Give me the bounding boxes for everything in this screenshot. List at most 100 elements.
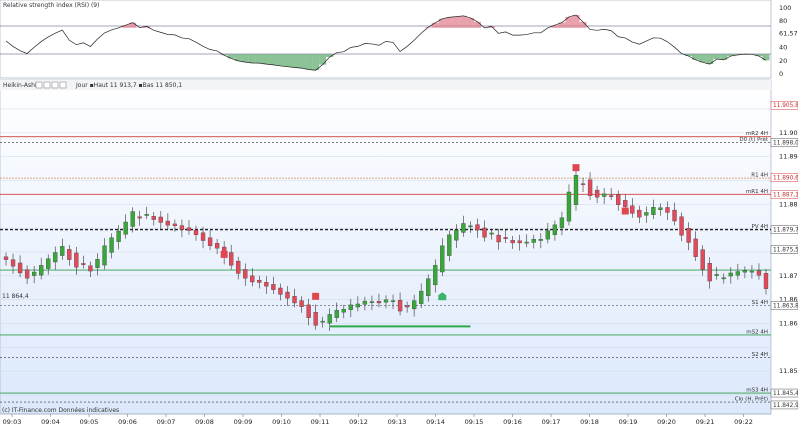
time-tick-label: 09:14 xyxy=(426,418,445,426)
candle-body xyxy=(74,252,79,268)
left-price-label: 11 864,4 xyxy=(2,293,29,300)
candle-body xyxy=(130,211,135,227)
candle-body xyxy=(383,299,389,303)
rsi-oversold-fill xyxy=(276,54,284,66)
level-label: PV 4H xyxy=(752,224,768,230)
price-level-value: 11.842,9 xyxy=(773,403,798,409)
candle-body xyxy=(665,207,670,213)
candle-body xyxy=(651,207,656,215)
candle-body xyxy=(510,240,515,244)
rsi-overbought-fill xyxy=(473,21,481,28)
candle-body xyxy=(489,232,494,235)
rsi-oversold-fill xyxy=(762,54,770,61)
rsi-tick-label: 61,577 xyxy=(779,29,798,37)
time-axis: 09:03 09:04 09:05 09:06 09:07 09:08 09:09 09:10… xyxy=(0,413,771,426)
candle-body xyxy=(186,227,192,231)
rsi-oversold-fill xyxy=(692,54,700,60)
candle-body xyxy=(116,230,121,242)
candle-body xyxy=(672,209,677,222)
candle-body xyxy=(433,265,438,286)
candle-body xyxy=(496,234,501,243)
candle-body xyxy=(165,220,171,226)
candle-body xyxy=(17,262,23,274)
add-icon[interactable] xyxy=(51,81,59,89)
candle-body xyxy=(271,284,276,290)
candle-body xyxy=(623,200,628,207)
price-level-value: 11.890,6 xyxy=(773,176,798,182)
level-label: mR1 4H xyxy=(746,189,768,195)
price-tick-label: 11.860 xyxy=(779,319,798,327)
candle-body xyxy=(158,216,163,223)
candle-body xyxy=(728,272,733,277)
price-level-value: 11.898,0 xyxy=(773,140,798,146)
candle-body xyxy=(616,194,621,205)
rsi-title: Relative strength index (RSI) (9) xyxy=(3,2,99,9)
price-level-value: 11.879,7 xyxy=(773,228,798,234)
candle-body xyxy=(482,227,487,238)
price-tick-label: 11.850 xyxy=(779,367,798,375)
candle-body xyxy=(200,232,206,241)
rsi-oversold-fill xyxy=(269,54,277,65)
candle-body xyxy=(229,252,234,266)
candle-body xyxy=(411,300,417,310)
candle-body xyxy=(693,238,698,257)
rsi-overbought-fill xyxy=(551,25,559,28)
candle-body xyxy=(566,191,572,222)
time-tick-label: 09:05 xyxy=(80,418,99,426)
time-tick-label: 09:21 xyxy=(696,418,715,426)
rsi-overbought-fill xyxy=(572,14,580,28)
time-tick-label: 09:07 xyxy=(157,418,176,426)
price-title: Heikin-Ashi xyxy=(3,82,37,89)
candle-body xyxy=(721,277,726,280)
time-tick-label: 09:06 xyxy=(118,418,137,426)
candle-body xyxy=(109,237,114,253)
dropdown-icon[interactable] xyxy=(43,81,51,89)
candle-body xyxy=(630,205,635,214)
rsi-tick-label: 0 xyxy=(779,70,783,78)
candle-body xyxy=(531,238,536,243)
candle-body xyxy=(179,225,185,230)
sell-marker xyxy=(621,207,629,215)
candle-body xyxy=(278,287,283,295)
time-tick-label: 09:20 xyxy=(657,418,676,426)
candle-body xyxy=(700,249,705,270)
candle-body xyxy=(538,238,543,241)
rsi-oversold-fill xyxy=(227,54,235,59)
credit-text: (c) IT-Finance.com Données indicatives xyxy=(2,407,119,414)
settings-icon[interactable] xyxy=(35,81,43,89)
time-tick-label: 09:13 xyxy=(388,418,407,426)
candle-body xyxy=(102,245,107,266)
time-tick-label: 09:10 xyxy=(272,418,291,426)
candle-body xyxy=(264,282,269,287)
candle-body xyxy=(749,270,755,273)
rsi-oversold-fill xyxy=(291,54,299,68)
sell-marker xyxy=(572,164,580,172)
rsi-tick-label: 20 xyxy=(779,57,787,65)
candle-body xyxy=(573,175,579,205)
price-level-value: 11.887,1 xyxy=(773,192,798,198)
time-tick-label: 09:03 xyxy=(3,418,22,426)
candle-body xyxy=(594,189,600,198)
price-tick-label: 11.900 xyxy=(779,129,798,137)
candle-body xyxy=(426,278,431,296)
rsi-y-axis: 100 80 61,577 40 20 0 xyxy=(779,4,798,78)
close-icon[interactable] xyxy=(59,81,67,89)
candle-body xyxy=(67,249,72,260)
candle-body xyxy=(348,304,353,310)
candle-body xyxy=(679,216,684,236)
candle-body xyxy=(376,301,382,304)
level-label: Clo (H, Prêt) xyxy=(735,396,768,403)
candle-body xyxy=(545,230,551,240)
candle-body xyxy=(397,299,403,312)
candle-body xyxy=(193,229,199,235)
price-level-value: 11.875,5 xyxy=(773,248,798,254)
candle-body xyxy=(53,252,58,263)
candle-body xyxy=(292,296,297,304)
time-tick-label: 09:09 xyxy=(234,418,253,426)
price-level-value: 11.905,8 xyxy=(773,103,798,109)
candle-body xyxy=(123,221,128,235)
time-tick-label: 09:19 xyxy=(619,418,638,426)
candle-body xyxy=(637,209,642,218)
candle-body xyxy=(517,240,522,244)
candle-body xyxy=(524,241,529,244)
